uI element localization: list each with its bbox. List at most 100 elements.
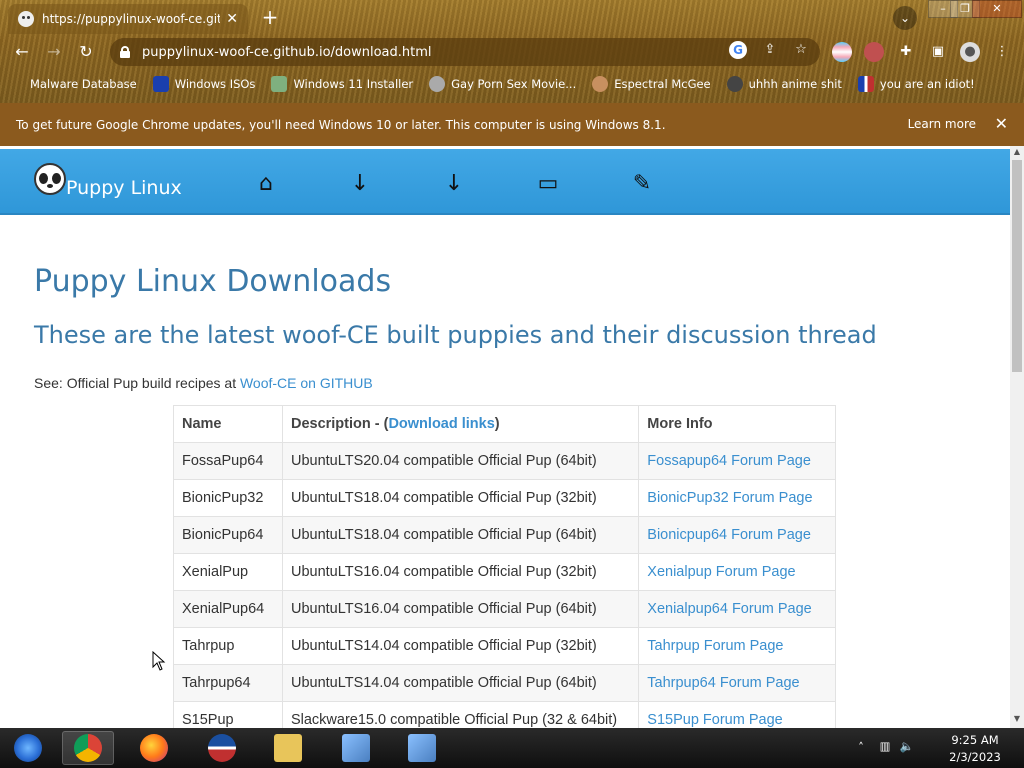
table-row: S15Pup Slackware15.0 compatible Official… — [173, 701, 836, 728]
arrow-left-icon: ← — [15, 42, 29, 61]
downloads-table: Name Description - (Download links) More… — [173, 405, 836, 728]
forum-page-link[interactable]: Bionicpup64 Forum Page — [647, 527, 811, 543]
forum-chat-icon[interactable]: ▭ — [535, 171, 561, 197]
pup-name: Tahrpup64 — [173, 664, 283, 702]
start-button[interactable] — [2, 731, 54, 765]
taskbar-setup[interactable] — [396, 731, 448, 765]
scroll-down-icon[interactable]: ▼ — [1010, 714, 1024, 726]
forum-page-link[interactable]: Tahrpup Forum Page — [647, 638, 783, 654]
system-tray: ˄ ▥ 🔈 9:25 AM 2/3/2023 — [854, 728, 1024, 768]
forum-page-link[interactable]: Tahrpup64 Forum Page — [647, 675, 799, 691]
taskbar-chrome[interactable] — [62, 731, 114, 765]
pup-description: UbuntuLTS14.04 compatible Official Pup (… — [281, 627, 640, 665]
share-icon[interactable]: ⇪ — [761, 41, 779, 59]
bookmark-item[interactable]: uhhh anime shit — [726, 76, 842, 92]
bookmark-favicon-icon — [592, 76, 609, 92]
windows-start-icon — [14, 734, 42, 762]
pup-name: S15Pup — [173, 701, 283, 728]
pup-description: Slackware15.0 compatible Official Pup (3… — [281, 701, 640, 728]
header-name: Name — [173, 405, 283, 443]
scrollbar-thumb[interactable] — [1012, 160, 1022, 372]
volume-icon[interactable]: 🔈 — [898, 739, 916, 753]
forward-button[interactable]: → — [42, 40, 66, 64]
firefox-icon — [140, 734, 168, 762]
bookmark-item[interactable]: Espectral McGee — [592, 76, 711, 92]
tray-overflow-icon[interactable]: ˄ — [854, 740, 868, 754]
download-nav-icon[interactable]: ↓ — [347, 171, 373, 197]
pup-name: XenialPup64 — [173, 590, 283, 628]
chevron-down-icon: ⌄ — [899, 11, 911, 25]
taskbar-app[interactable] — [196, 731, 248, 765]
close-tab-icon[interactable]: ✕ — [226, 11, 238, 27]
puppy-logo-icon[interactable] — [34, 163, 66, 195]
bookmark-item[interactable]: Windows 11 Installer — [271, 76, 413, 92]
reload-button[interactable]: ↻ — [74, 40, 98, 64]
site-brand[interactable]: Puppy Linux — [66, 177, 182, 199]
bookmark-favicon-icon — [429, 76, 446, 92]
bookmark-item[interactable]: Gay Porn Sex Movie... — [429, 76, 576, 92]
reload-icon: ↻ — [79, 42, 93, 61]
browser-tab[interactable]: https://puppylinux-woof-ce.github.io ✕ — [8, 4, 248, 34]
scroll-up-icon[interactable]: ▲ — [1010, 147, 1024, 159]
obama-logo-icon — [208, 734, 236, 762]
address-bar[interactable]: puppylinux-woof-ce.github.io/download.ht… — [110, 38, 820, 66]
file-explorer-icon — [274, 734, 302, 762]
table-row: XenialPup64 UbuntuLTS16.04 compatible Of… — [173, 590, 836, 628]
bookmarks-bar: Malware Database Windows ISOs Windows 11… — [0, 72, 1024, 96]
new-tab-button[interactable]: + — [258, 6, 282, 30]
pup-description: UbuntuLTS14.04 compatible Official Pup (… — [281, 664, 640, 702]
taskbar-setup[interactable] — [330, 731, 382, 765]
taskbar-file-explorer[interactable] — [262, 731, 314, 765]
extension-flag-icon[interactable] — [832, 42, 852, 62]
extensions-puzzle-icon[interactable]: ✚ — [896, 42, 916, 62]
side-panel-icon[interactable]: ▣ — [928, 42, 948, 62]
network-icon[interactable]: ▥ — [876, 739, 894, 753]
table-row: Tahrpup64 UbuntuLTS14.04 compatible Offi… — [173, 664, 836, 702]
edit-notes-icon[interactable]: ✎ — [629, 171, 655, 197]
forum-page-link[interactable]: BionicPup32 Forum Page — [647, 490, 812, 506]
bookmark-item[interactable]: Malware Database — [16, 76, 137, 92]
clock-date[interactable]: 2/3/2023 — [930, 750, 1020, 764]
download-nav-icon[interactable]: ↓ — [441, 171, 467, 197]
pup-name: XenialPup — [173, 553, 283, 591]
home-nav-icon[interactable]: ⌂ — [253, 171, 279, 197]
forum-page-link[interactable]: Xenialpup Forum Page — [647, 564, 795, 580]
header-description: Description - (Download links) — [281, 405, 640, 443]
pup-description: UbuntuLTS18.04 compatible Official Pup (… — [281, 516, 640, 554]
learn-more-link[interactable]: Learn more — [908, 117, 976, 131]
close-window-button[interactable]: ✕ — [972, 0, 1022, 18]
arrow-right-icon: → — [47, 42, 61, 61]
extension-avatar-icon[interactable] — [864, 42, 884, 62]
table-row: Tahrpup UbuntuLTS14.04 compatible Offici… — [173, 627, 836, 665]
bookmark-favicon-icon — [726, 76, 743, 92]
back-button[interactable]: ← — [10, 40, 34, 64]
tab-title: https://puppylinux-woof-ce.github.io — [42, 12, 221, 26]
woof-ce-github-link[interactable]: Woof-CE on GITHUB — [240, 375, 373, 391]
forum-page-link[interactable]: S15Pup Forum Page — [647, 712, 782, 728]
pup-description: UbuntuLTS16.04 compatible Official Pup (… — [281, 553, 640, 591]
update-infobar: To get future Google Chrome updates, you… — [0, 103, 1024, 146]
bookmark-favicon-icon — [16, 76, 24, 92]
clock-time[interactable]: 9:25 AM — [930, 733, 1020, 747]
tab-search-button[interactable]: ⌄ — [893, 6, 917, 30]
table-row: XenialPup UbuntuLTS16.04 compatible Offi… — [173, 553, 836, 591]
forum-page-link[interactable]: Fossapup64 Forum Page — [647, 453, 811, 469]
bookmark-item[interactable]: Windows ISOs — [152, 76, 255, 92]
pup-name: BionicPup64 — [173, 516, 283, 554]
lock-icon — [120, 46, 130, 58]
download-links-header-link[interactable]: Download links — [388, 416, 494, 432]
infobar-close-icon[interactable]: ✕ — [995, 114, 1008, 133]
menu-dots-icon[interactable]: ⋮ — [992, 42, 1012, 62]
google-lens-icon[interactable]: G — [729, 41, 747, 59]
table-row: BionicPup32 UbuntuLTS18.04 compatible Of… — [173, 479, 836, 517]
bookmark-star-icon[interactable]: ☆ — [792, 41, 810, 59]
bookmark-item[interactable]: you are an idiot! — [857, 76, 975, 92]
puppy-favicon-icon — [18, 11, 34, 27]
setup-icon — [342, 734, 370, 762]
uk-flag-icon — [857, 76, 874, 92]
profile-avatar-icon[interactable]: ● — [960, 42, 980, 62]
forum-page-link[interactable]: Xenialpup64 Forum Page — [647, 601, 811, 617]
taskbar-firefox[interactable] — [128, 731, 180, 765]
pup-description: UbuntuLTS20.04 compatible Official Pup (… — [281, 442, 640, 480]
windows-isos-icon — [152, 76, 169, 92]
